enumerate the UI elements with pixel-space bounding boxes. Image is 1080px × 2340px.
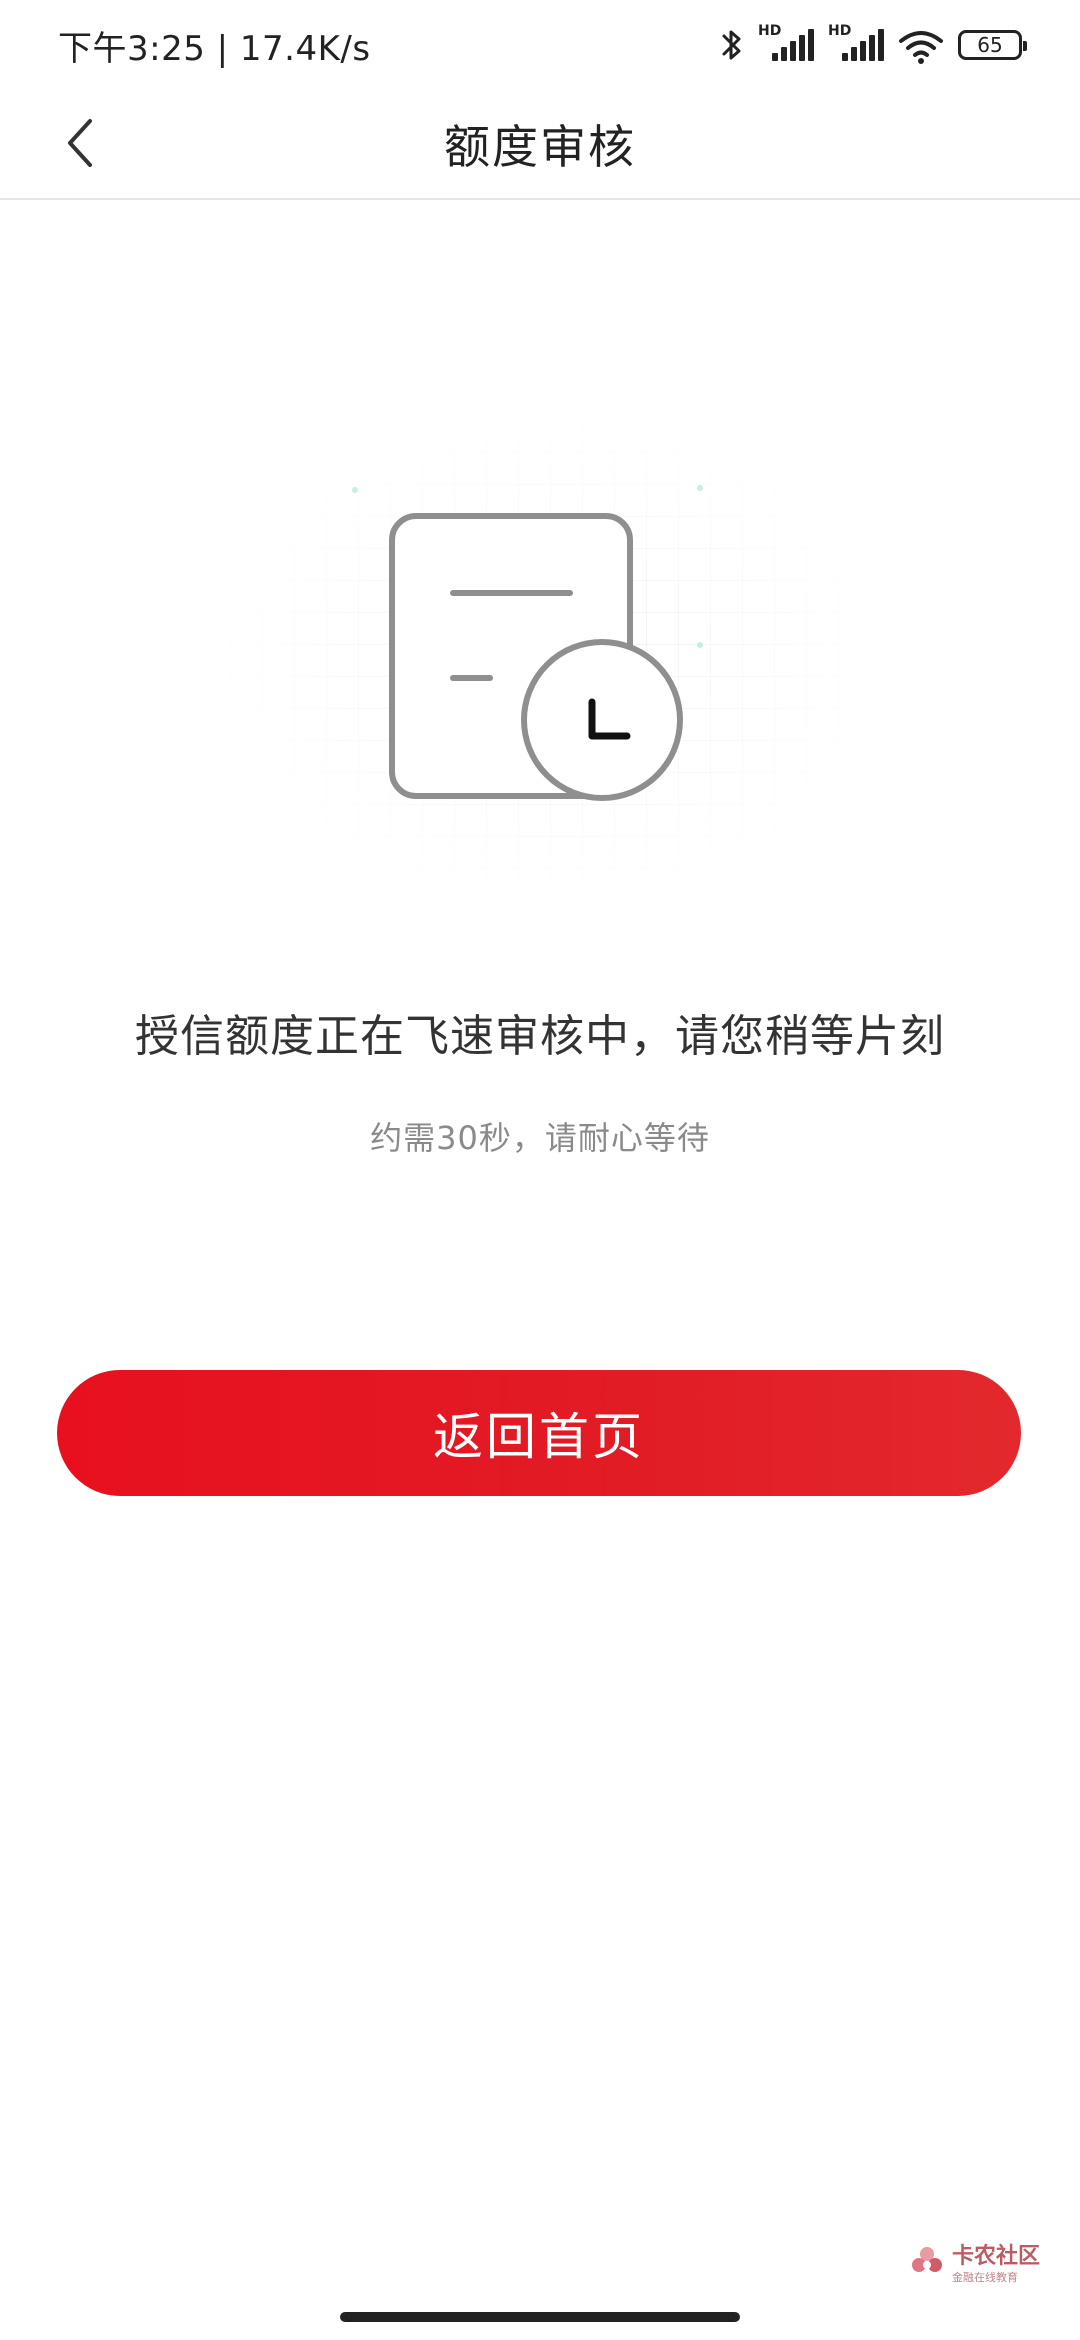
wait-time-hint: 约需30秒，请耐心等待 — [370, 1119, 710, 1157]
signal-icon: HD — [758, 23, 814, 65]
page-title: 额度审核 — [444, 120, 636, 174]
bluetooth-icon — [720, 25, 744, 65]
signal-icon: HD — [828, 23, 884, 65]
wifi-icon — [898, 25, 944, 65]
battery-level: 65 — [977, 33, 1003, 57]
status-time-speed: 下午3:25 | 17.4K/s — [58, 28, 371, 69]
chevron-left-icon — [62, 117, 98, 173]
battery-icon: 65 — [958, 30, 1027, 60]
watermark: 卡农社区 金融在线教育 — [910, 2245, 1040, 2283]
nav-bar: 额度审核 — [0, 90, 1080, 200]
watermark-sub: 金融在线教育 — [951, 2270, 1018, 2284]
flower-logo-icon — [910, 2245, 944, 2283]
review-status-message: 授信额度正在飞速审核中，请您稍等片刻 — [135, 1011, 945, 1062]
status-icons: HD HD 65 — [720, 23, 1027, 65]
screen: 下午3:25 | 17.4K/s HD HD 65 额度审核 授信额度正在飞速审… — [0, 0, 1080, 2340]
home-indicator[interactable] — [340, 2312, 740, 2322]
document-clock-icon — [230, 420, 880, 900]
back-button[interactable] — [40, 110, 120, 180]
return-home-button[interactable]: 返回首页 — [57, 1370, 1021, 1496]
watermark-main: 卡农社区 — [951, 2243, 1040, 2269]
document-clock-illustration — [230, 420, 880, 900]
status-bar: 下午3:25 | 17.4K/s HD HD 65 — [0, 0, 1080, 90]
